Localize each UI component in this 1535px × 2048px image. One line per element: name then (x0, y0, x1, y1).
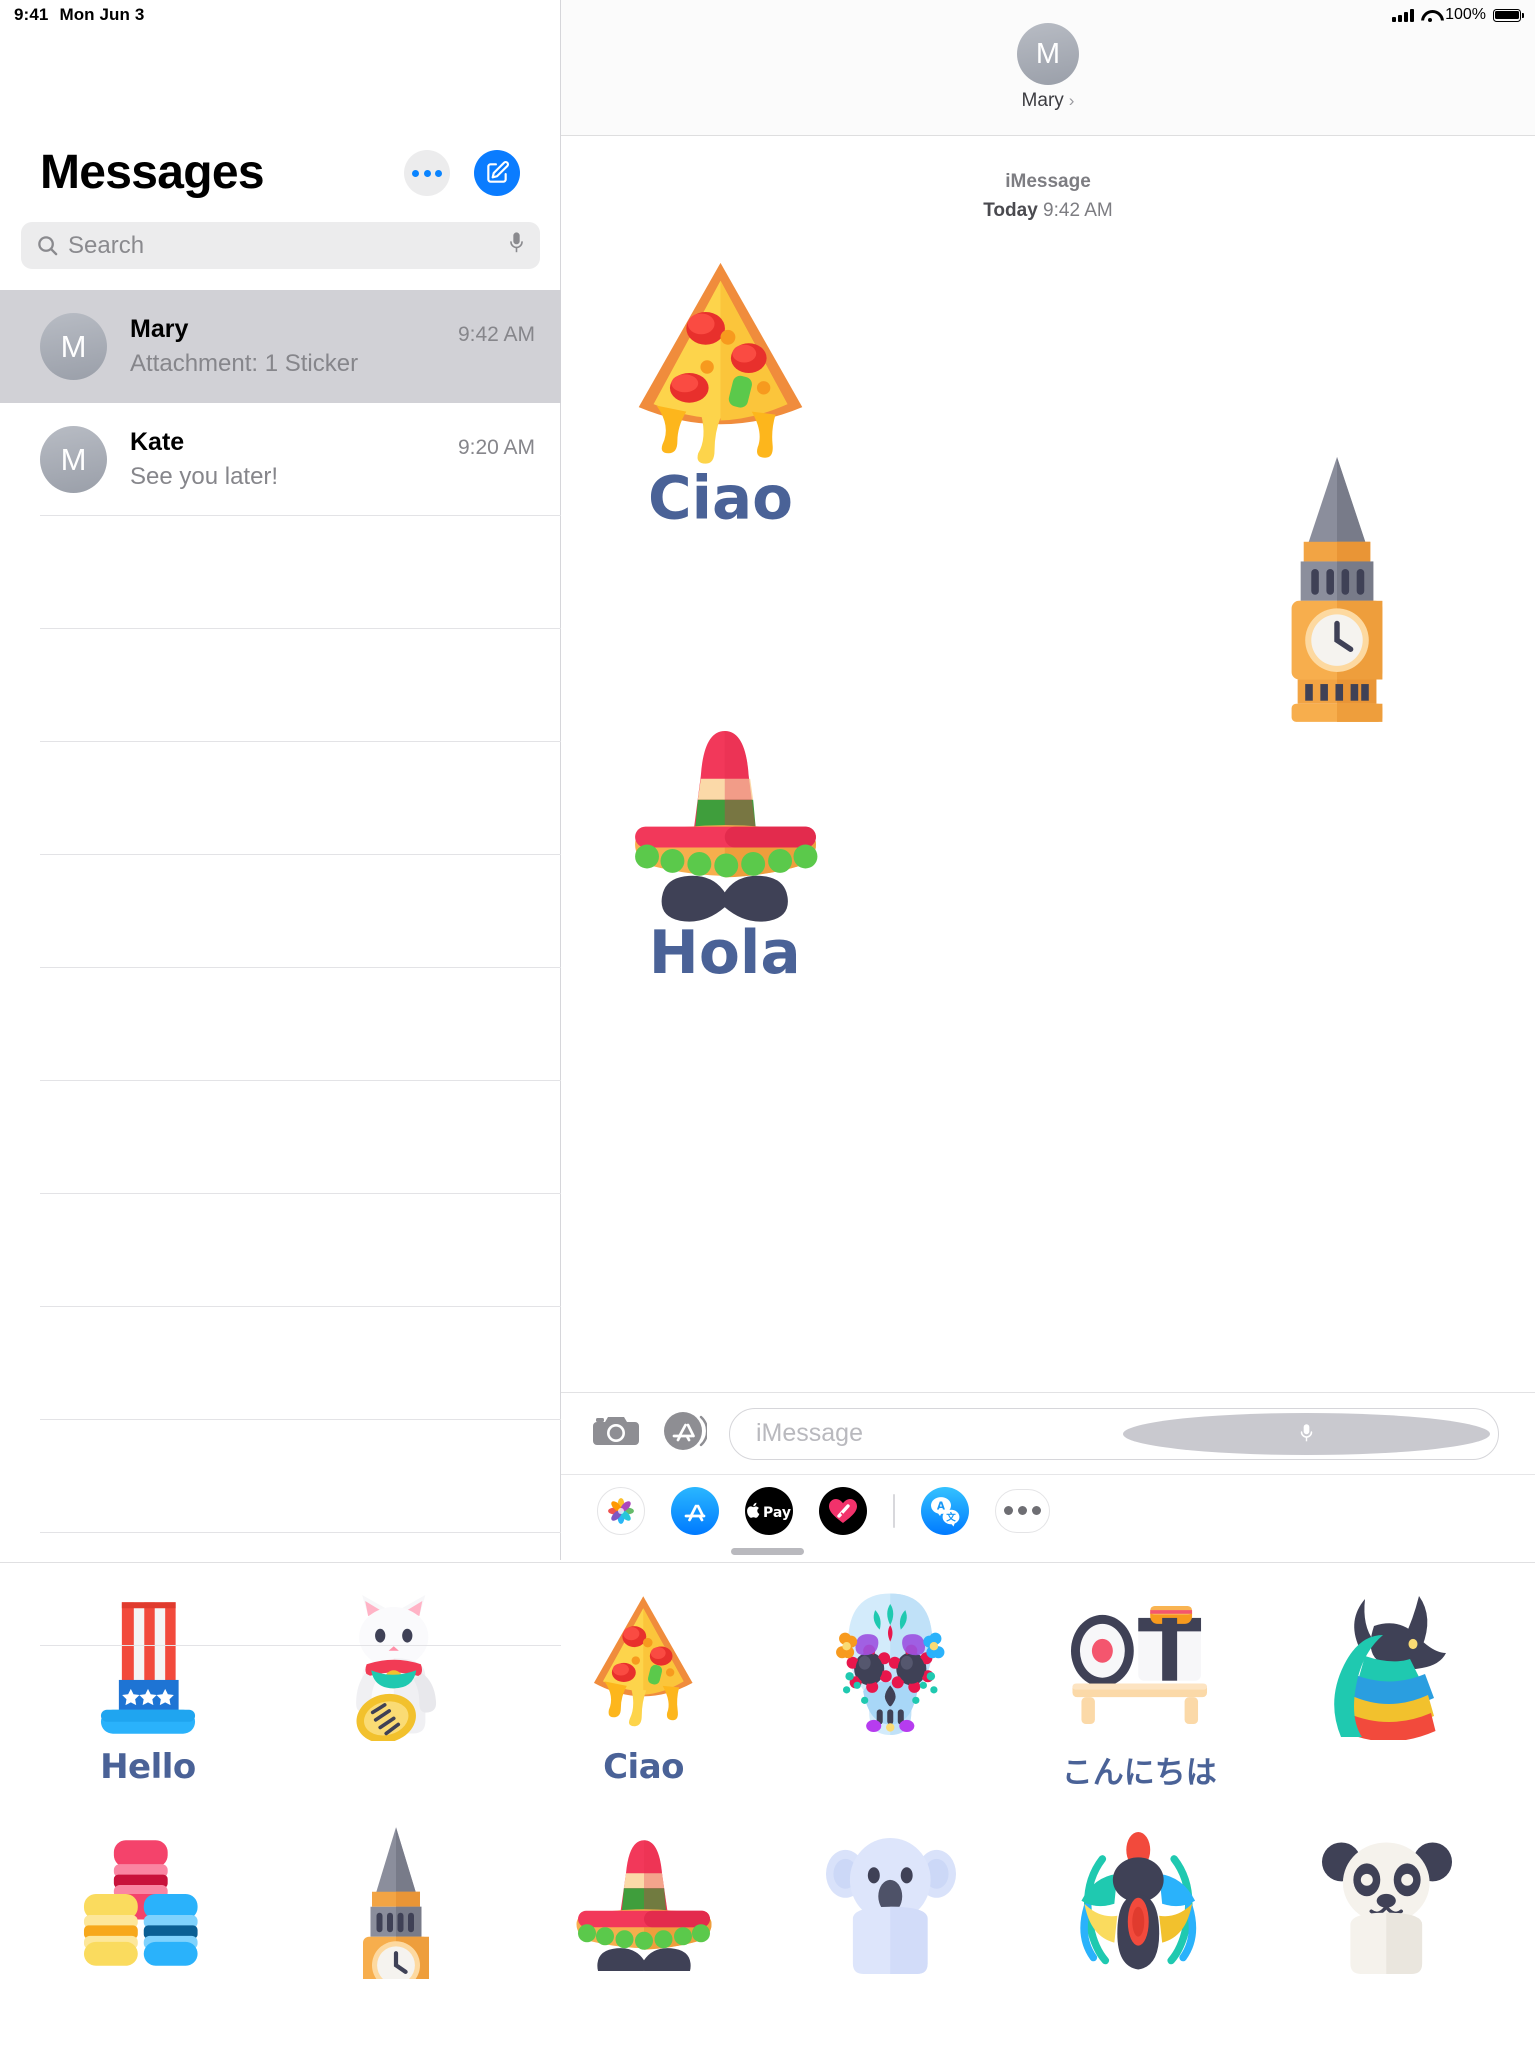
chevron-right-icon: › (1068, 91, 1075, 110)
thread-time: 9:42 AM (1043, 199, 1113, 221)
panda-icon (1317, 1821, 1457, 1981)
sticker-label: Hello (100, 1747, 196, 1787)
sidebar: Messages Search M Mary Attachment: 1 Sti… (0, 0, 561, 1646)
message-sticker-ciao[interactable]: Ciao (623, 251, 818, 546)
digital-touch-icon[interactable] (819, 1486, 867, 1535)
sticker-item-panda[interactable] (1263, 1821, 1511, 2048)
imessage-input[interactable]: iMessage (729, 1407, 1499, 1460)
avatar: M (1017, 23, 1079, 85)
status-time: 9:41 (14, 5, 49, 24)
microphone-icon[interactable] (507, 231, 526, 261)
status-date: Mon Jun 3 (59, 5, 145, 24)
conversation-row-kate[interactable]: M Kate See you later! 9:20 AM (0, 403, 561, 516)
sticker-item-koala[interactable] (767, 1821, 1015, 2048)
photos-icon[interactable] (597, 1486, 645, 1535)
conversation-list: M Mary Attachment: 1 Sticker 9:42 AM M K… (0, 290, 561, 1646)
ipad-messages-screen: 9:41 Mon Jun 3 100% Messages Search M Ma… (0, 0, 1535, 2048)
translate-icon[interactable]: A 文 (921, 1486, 969, 1535)
page-title: Messages (40, 146, 265, 199)
svg-text:Hola: Hola (649, 919, 801, 988)
sticker-item-scarab[interactable] (1015, 1821, 1263, 2048)
sushi-icon (1060, 1585, 1218, 1745)
koala-icon (820, 1821, 962, 1981)
svg-text:文: 文 (945, 1511, 956, 1523)
pizza-icon (585, 1585, 703, 1745)
avatar: M (40, 426, 107, 493)
app-store-icon[interactable] (671, 1486, 719, 1535)
conversation-time: 9:20 AM (457, 436, 535, 459)
avatar: M (40, 313, 107, 380)
macarons-icon (75, 1821, 220, 1981)
conversation-time: 9:42 AM (457, 323, 535, 346)
sticker-item-sushi[interactable]: こんにちは (1015, 1585, 1263, 1813)
message-sticker-hola[interactable]: Hola (623, 716, 828, 996)
svg-text:A: A (937, 1500, 946, 1512)
conversation-pane: M Mary › iMessage Today 9:42 AM Ciao Hol… (561, 0, 1535, 1560)
scarab-icon (1069, 1821, 1209, 1981)
sticker-label: Ciao (603, 1747, 685, 1787)
empty-list-row (0, 516, 561, 629)
ellipsis-icon[interactable] (404, 150, 450, 196)
empty-list-row (0, 1194, 561, 1307)
sombrero-sticker-icon: Hola (635, 730, 818, 988)
message-sticker-bigben[interactable] (1261, 454, 1413, 739)
sidebar-actions (404, 150, 520, 196)
wifi-icon (1421, 9, 1438, 22)
conversation-row-mary[interactable]: M Mary Attachment: 1 Sticker 9:42 AM (0, 290, 561, 403)
imessage-app-drawer: Pay A 文 (561, 1474, 1535, 1546)
apple-pay-icon[interactable]: Pay (745, 1486, 793, 1535)
conversation-preview: See you later! (130, 462, 279, 490)
empty-list-row (0, 1533, 561, 1646)
empty-list-row (0, 1081, 561, 1194)
empty-list-row (0, 742, 561, 855)
empty-list-row (0, 629, 561, 742)
conversation-preview: Attachment: 1 Sticker (130, 349, 359, 377)
pizza-sticker-icon: Ciao (638, 262, 803, 534)
thread-service: iMessage (1005, 171, 1091, 192)
search-placeholder: Search (68, 231, 145, 259)
app-drawer-divider (893, 1493, 895, 1528)
thread-day: Today (983, 199, 1038, 221)
sugar-skull-icon (827, 1585, 955, 1745)
message-thread: iMessage Today 9:42 AM Ciao Hola (561, 136, 1535, 1425)
contact-name: Mary (1021, 90, 1064, 111)
cellular-signal-icon (1392, 8, 1415, 22)
camera-icon[interactable] (593, 1413, 639, 1454)
status-bar-right: 100% (1392, 6, 1524, 24)
empty-list-row (0, 968, 561, 1081)
thread-datetime: Today 9:42 AM (561, 197, 1535, 226)
thread-timestamp: iMessage Today 9:42 AM (561, 136, 1535, 225)
imessage-placeholder: iMessage (756, 1419, 863, 1447)
sticker-item-big-ben[interactable] (272, 1821, 520, 2048)
sticker-item-sombrero[interactable] (520, 1821, 768, 2048)
search-input[interactable]: Search (21, 222, 540, 269)
sticker-label: こんにちは (1061, 1755, 1217, 1791)
ellipsis-icon[interactable] (995, 1488, 1050, 1533)
anubis-icon (1320, 1585, 1455, 1745)
empty-list-row (0, 855, 561, 968)
svg-text:Ciao: Ciao (648, 465, 793, 534)
empty-list-row (0, 1307, 561, 1420)
sticker-item-anubis[interactable] (1263, 1585, 1511, 1813)
app-store-icon[interactable] (661, 1408, 709, 1459)
battery-icon (1493, 8, 1524, 22)
sombrero-icon (569, 1821, 719, 1981)
big-ben-sticker-icon (1291, 457, 1383, 722)
status-bar: 9:41 Mon Jun 3 100% (0, 0, 1535, 30)
battery-percent-label: 100% (1445, 6, 1486, 23)
message-input-bar: iMessage (561, 1392, 1535, 1474)
conversation-contact[interactable]: Mary › (1022, 90, 1075, 112)
microphone-icon[interactable] (1123, 1412, 1490, 1455)
svg-text:Pay: Pay (763, 1505, 791, 1521)
empty-list-row (0, 1420, 561, 1533)
sticker-item-macarons[interactable] (24, 1821, 272, 2048)
status-bar-left: 9:41 Mon Jun 3 (14, 5, 144, 25)
sticker-item-sugar-skull[interactable] (767, 1585, 1015, 1813)
big-ben-icon (342, 1821, 450, 1981)
search-icon (38, 236, 58, 256)
compose-icon[interactable] (474, 150, 520, 196)
